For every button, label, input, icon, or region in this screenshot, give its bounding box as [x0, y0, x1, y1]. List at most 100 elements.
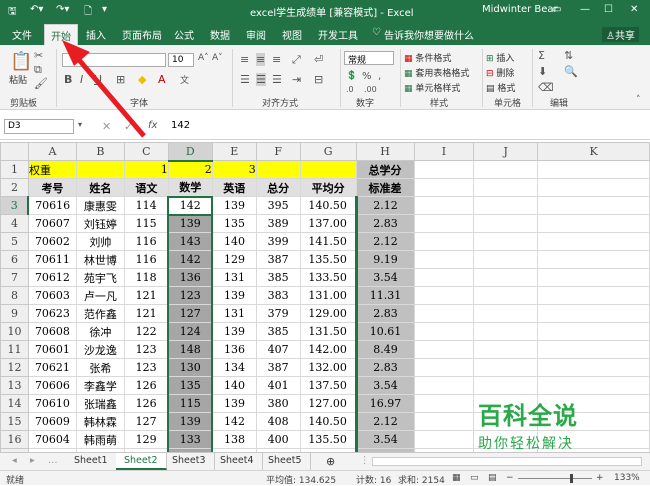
- cell[interactable]: 张瑞鑫: [75, 394, 125, 413]
- cell[interactable]: 139: [211, 322, 257, 341]
- cell[interactable]: 康惠雯: [75, 196, 125, 215]
- number-format-dropdown[interactable]: 常规: [344, 51, 394, 66]
- cell[interactable]: 林世博: [75, 250, 125, 269]
- tab-view[interactable]: 视图: [282, 27, 302, 42]
- cell-styles-button[interactable]: ▦ 单元格样式: [404, 81, 460, 94]
- font-size-dropdown[interactable]: 10: [168, 53, 194, 67]
- cell[interactable]: 2.12: [354, 232, 415, 251]
- decrease-font-icon[interactable]: A˅: [212, 53, 223, 63]
- cell[interactable]: 刘钰婷: [75, 214, 125, 233]
- cell[interactable]: [537, 268, 650, 287]
- cell[interactable]: 徐冲: [75, 322, 125, 341]
- cell[interactable]: [75, 160, 125, 179]
- sheet-tab[interactable]: Sheet4: [212, 453, 263, 470]
- cell[interactable]: [413, 394, 475, 413]
- select-all-corner[interactable]: [0, 142, 29, 161]
- cell[interactable]: 142.00: [299, 340, 357, 359]
- cell[interactable]: [537, 322, 650, 341]
- row-header[interactable]: 9: [0, 304, 29, 323]
- cell[interactable]: [413, 214, 475, 233]
- cell[interactable]: 121: [123, 304, 169, 323]
- increase-decimal-icon[interactable]: .0: [346, 85, 354, 94]
- cell[interactable]: 135: [211, 214, 257, 233]
- format-cells-button[interactable]: ▤ 格式: [486, 81, 515, 94]
- ribbon-display-icon[interactable]: ▭: [552, 4, 561, 15]
- confirm-entry-icon[interactable]: ✓: [124, 120, 133, 133]
- cell[interactable]: [413, 160, 475, 179]
- cell[interactable]: 135.50: [299, 250, 357, 269]
- tab-file[interactable]: 文件: [12, 27, 32, 42]
- cell[interactable]: [413, 304, 475, 323]
- cell[interactable]: 131.00: [299, 286, 357, 305]
- cell[interactable]: 135.50: [299, 430, 357, 449]
- cell[interactable]: 70603: [27, 286, 77, 305]
- cell[interactable]: 140.50: [299, 412, 357, 431]
- cell[interactable]: [537, 376, 650, 395]
- cell[interactable]: 127: [167, 304, 214, 323]
- cell[interactable]: [537, 250, 650, 269]
- insert-function-icon[interactable]: fx: [148, 120, 157, 131]
- cell[interactable]: 122: [123, 322, 169, 341]
- cell[interactable]: [537, 196, 650, 215]
- cell[interactable]: 3: [211, 160, 257, 179]
- merge-center-icon[interactable]: ⊟: [314, 73, 323, 86]
- cell[interactable]: 123: [123, 340, 169, 359]
- sheet-tab[interactable]: Sheet5: [260, 453, 311, 470]
- row-header[interactable]: 12: [0, 358, 29, 377]
- row-header[interactable]: 7: [0, 268, 29, 287]
- cell[interactable]: 沙龙逸: [75, 340, 125, 359]
- horizontal-scrollbar[interactable]: [372, 457, 642, 466]
- cell[interactable]: 379: [255, 304, 301, 323]
- orientation-icon[interactable]: ⤢: [292, 53, 301, 67]
- cell[interactable]: [473, 286, 539, 305]
- cell[interactable]: [537, 340, 650, 359]
- sheet-tab-active[interactable]: Sheet2: [116, 453, 167, 470]
- cell[interactable]: 韩雨萌: [75, 430, 125, 449]
- wrap-text-icon[interactable]: ⏎: [314, 53, 323, 66]
- cell[interactable]: [413, 322, 475, 341]
- cell[interactable]: 126: [123, 376, 169, 395]
- tab-data[interactable]: 数据: [210, 27, 230, 42]
- cell[interactable]: 143: [167, 232, 214, 251]
- cell[interactable]: 141.50: [299, 232, 357, 251]
- cell[interactable]: [413, 412, 475, 431]
- cell[interactable]: 408: [255, 412, 301, 431]
- row-header[interactable]: 4: [0, 214, 29, 233]
- cell[interactable]: [413, 340, 475, 359]
- cell[interactable]: 389: [255, 214, 301, 233]
- conditional-format-button[interactable]: ▦ 条件格式: [404, 51, 451, 64]
- copy-icon[interactable]: ⧉: [34, 63, 42, 77]
- page-break-icon[interactable]: ▤: [488, 473, 497, 483]
- column-header[interactable]: E: [211, 142, 257, 161]
- minimize-icon[interactable]: —: [580, 4, 590, 15]
- cell[interactable]: 标准差: [355, 178, 415, 197]
- cell[interactable]: [537, 232, 650, 251]
- format-as-table-button[interactable]: ▦ 套用表格格式: [404, 66, 469, 79]
- cell[interactable]: 116: [123, 250, 169, 269]
- row-header[interactable]: 2: [0, 178, 29, 197]
- indent-icon[interactable]: ⇥: [292, 73, 301, 86]
- user-name[interactable]: Midwinter Bear: [482, 4, 558, 15]
- cell[interactable]: 387: [255, 250, 301, 269]
- cell[interactable]: [537, 214, 650, 233]
- cell[interactable]: 140: [211, 232, 257, 251]
- italic-icon[interactable]: I: [80, 73, 83, 86]
- cell[interactable]: 70610: [27, 394, 77, 413]
- row-header[interactable]: 13: [0, 376, 29, 395]
- add-sheet-icon[interactable]: ⊕: [318, 453, 343, 470]
- cell[interactable]: [537, 358, 650, 377]
- share-button[interactable]: ♙共享: [602, 27, 639, 42]
- cell[interactable]: 131: [211, 268, 257, 287]
- name-box-dropdown-icon[interactable]: ▾: [78, 120, 82, 129]
- column-header[interactable]: B: [75, 142, 125, 161]
- top-align-icon[interactable]: ≡: [240, 53, 249, 66]
- cell[interactable]: 10.61: [354, 322, 415, 341]
- cell[interactable]: 134: [211, 358, 257, 377]
- cell[interactable]: [473, 160, 539, 179]
- bottom-align-icon[interactable]: ≡: [272, 53, 281, 66]
- cell[interactable]: 130: [167, 358, 214, 377]
- insert-cells-button[interactable]: ⊞ 插入: [486, 51, 514, 64]
- cell[interactable]: 387: [255, 358, 301, 377]
- zoom-slider[interactable]: [518, 478, 592, 479]
- row-header[interactable]: 15: [0, 412, 29, 431]
